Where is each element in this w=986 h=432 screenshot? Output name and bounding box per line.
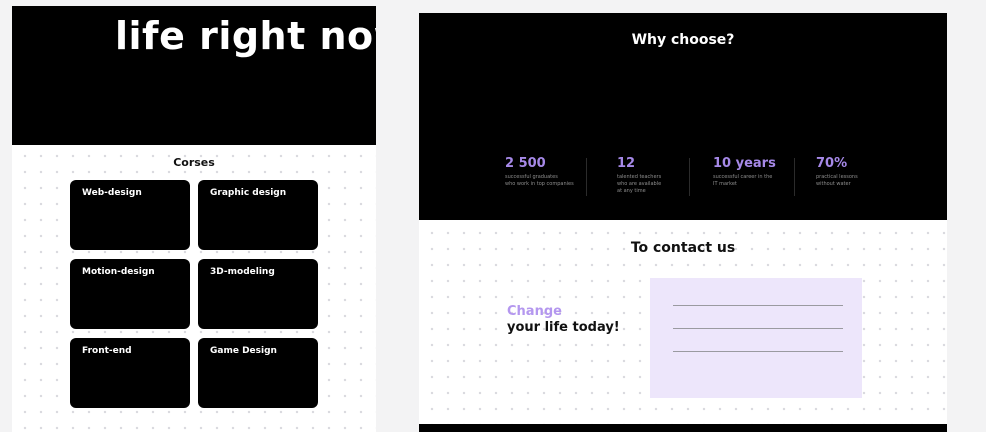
stat-teachers: 12 talented teachers who are available a… xyxy=(617,156,661,195)
courses-title: Corses xyxy=(173,156,215,169)
cta-accent-text: Change xyxy=(507,304,562,319)
hero-title: life right now xyxy=(115,14,376,58)
why-choose-title: Why choose? xyxy=(631,32,735,48)
courses-section: Corses Web-design Graphic design Motion-… xyxy=(12,145,376,432)
course-label: 3D-modeling xyxy=(210,267,275,277)
course-card-game-design[interactable]: Game Design xyxy=(198,338,318,408)
course-card-front-end[interactable]: Front-end xyxy=(70,338,190,408)
stat-value: 10 years xyxy=(713,156,776,171)
contact-form xyxy=(650,278,862,398)
stat-divider xyxy=(794,158,795,196)
stat-value: 70% xyxy=(816,156,848,171)
stat-caption: successful career in the IT market xyxy=(713,174,773,187)
left-page-preview: life right now Corses Web-design Graphic… xyxy=(12,6,376,432)
stat-divider xyxy=(586,158,587,196)
course-label: Web-design xyxy=(82,188,142,198)
footer-edge xyxy=(419,424,947,432)
hero-section: life right now xyxy=(12,6,376,145)
stat-divider xyxy=(689,158,690,196)
stat-value: 2 500 xyxy=(505,156,546,171)
course-card-web-design[interactable]: Web-design xyxy=(70,180,190,250)
form-field-email[interactable] xyxy=(673,351,843,352)
contact-section: To contact us Change your life today! xyxy=(419,220,947,424)
stat-caption: talented teachers who are available at a… xyxy=(617,174,662,194)
course-card-graphic-design[interactable]: Graphic design xyxy=(198,180,318,250)
stat-caption: practical lessons without water xyxy=(816,174,858,187)
course-label: Front-end xyxy=(82,346,132,356)
course-card-motion-design[interactable]: Motion-design xyxy=(70,259,190,329)
course-card-3d-modeling[interactable]: 3D-modeling xyxy=(198,259,318,329)
stat-graduates: 2 500 successful graduates who work in t… xyxy=(505,156,574,188)
stat-value: 12 xyxy=(617,156,636,171)
cta-main-text: your life today! xyxy=(507,320,620,335)
course-label: Graphic design xyxy=(210,188,287,198)
course-label: Game Design xyxy=(210,346,277,356)
why-choose-section: Why choose? 2 500 successful graduates w… xyxy=(419,13,947,220)
form-field-phone[interactable] xyxy=(673,328,843,329)
form-field-name[interactable] xyxy=(673,305,843,306)
right-page-preview: Why choose? 2 500 successful graduates w… xyxy=(386,0,986,432)
contact-title: To contact us xyxy=(630,240,736,256)
cta-text: Change your life today! xyxy=(507,304,620,336)
stat-practical: 70% practical lessons without water xyxy=(816,156,858,188)
stat-caption: successful graduates who work in top com… xyxy=(505,174,574,187)
course-label: Motion-design xyxy=(82,267,155,277)
stat-career: 10 years successful career in the IT mar… xyxy=(713,156,776,188)
